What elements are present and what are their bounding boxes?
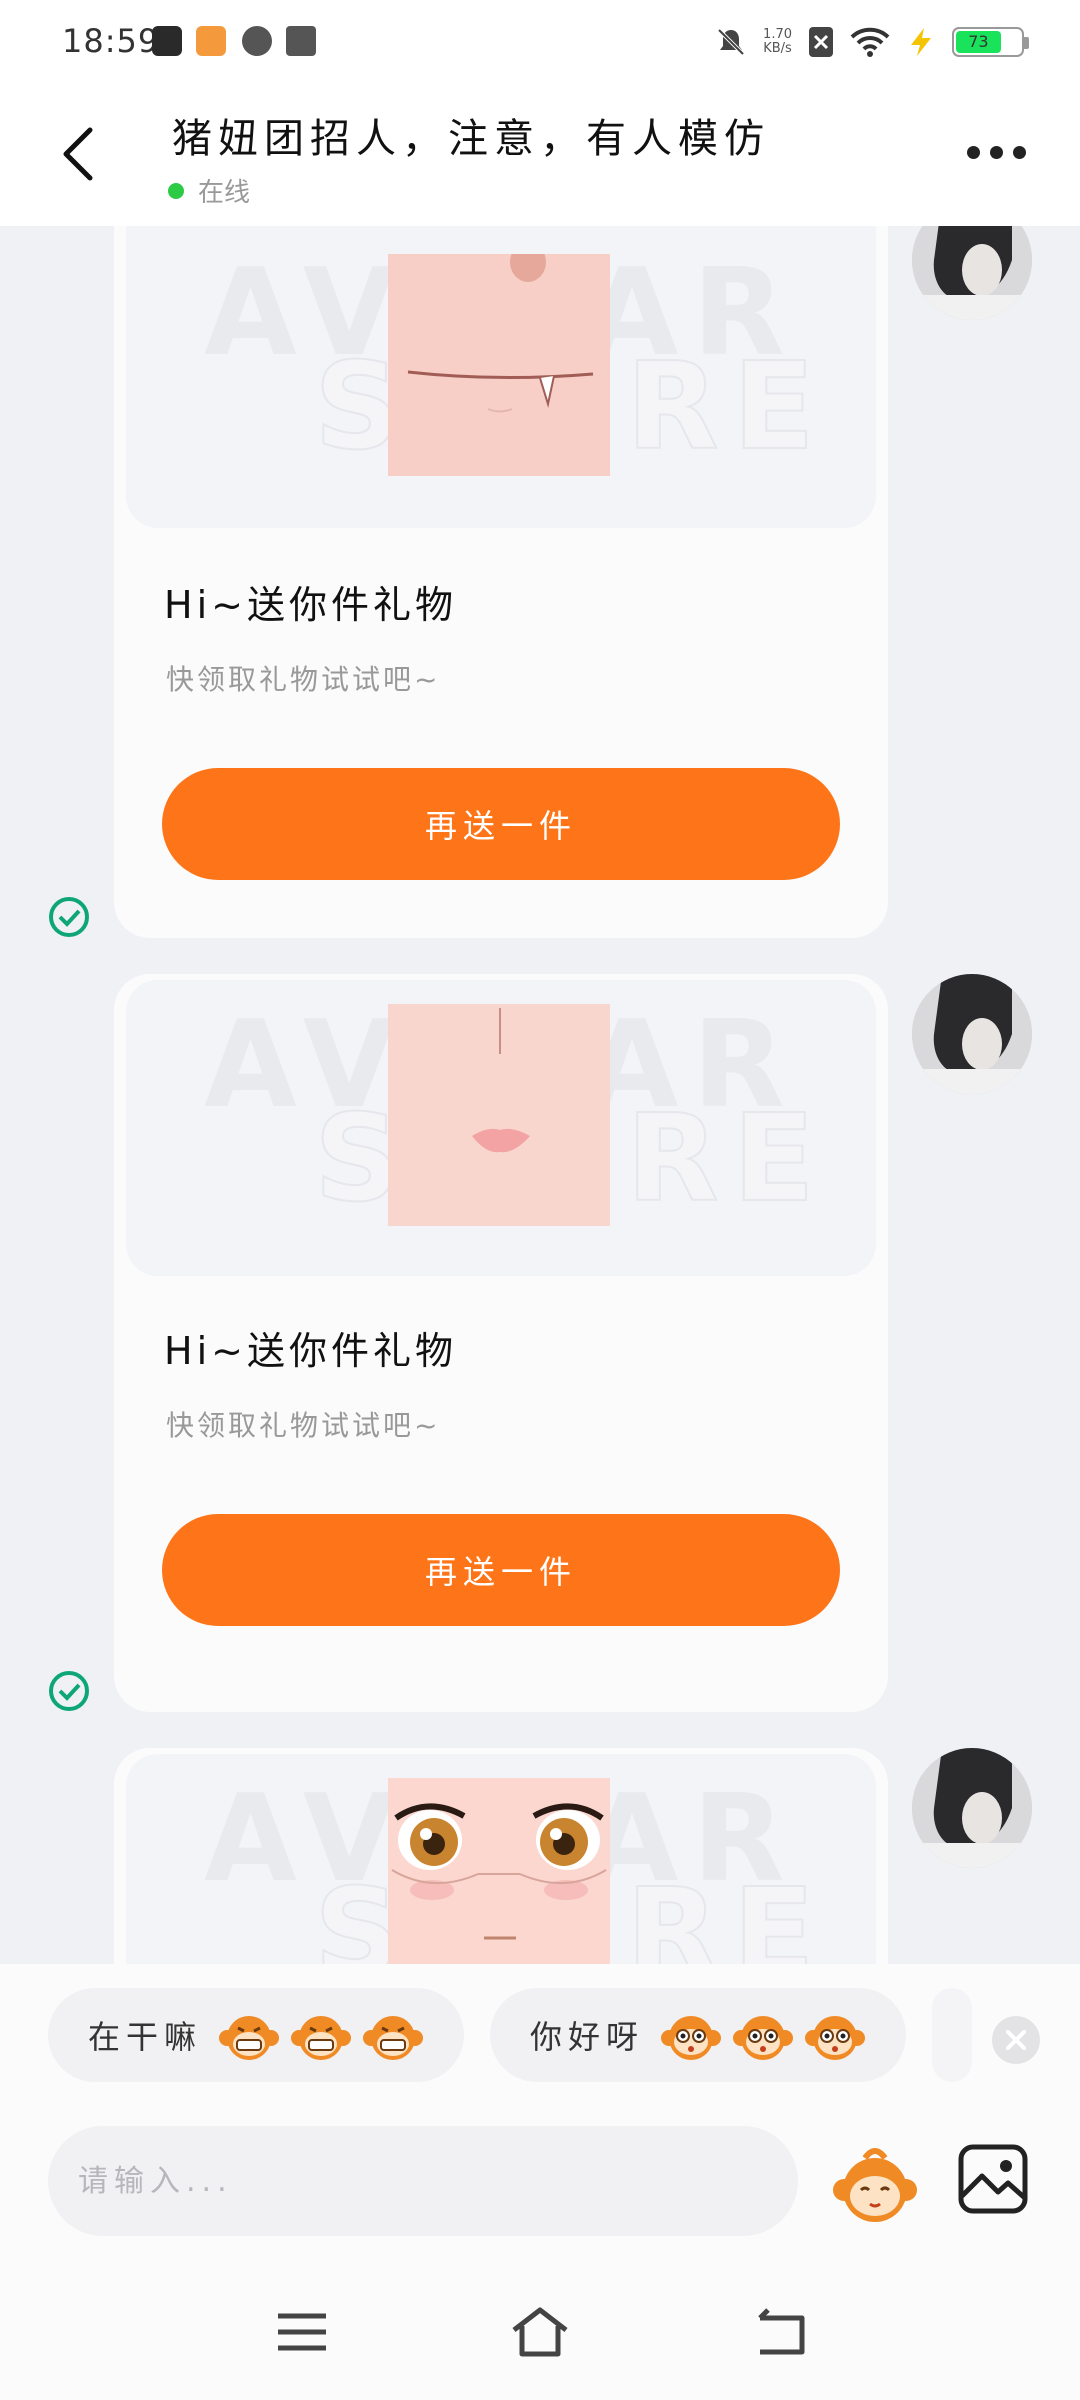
quick-reply-text: 你好呀 [530, 2018, 645, 2056]
lips-icon [472, 1008, 530, 1153]
net-speed: 1.70 KB/s [763, 27, 792, 56]
grinning-monkey-icon [363, 2016, 424, 2060]
grinning-monkey-icon [219, 2016, 280, 2060]
gift-title: Hi~送你件礼物 [164, 1329, 457, 1373]
gift-image-panel: AVATAR STORE [126, 980, 876, 1276]
gift-subtitle: 快领取礼物试试吧~ [166, 1409, 441, 1442]
top-area: 18:59 1.70 KB/s 73 猪妞团招人，注意，有人模仿 在线 [0, 0, 1080, 226]
gift-subtitle: 快领取礼物试试吧~ [166, 663, 441, 696]
online-dot [168, 182, 184, 199]
avatar[interactable] [912, 1748, 1032, 1868]
read-check-icon [49, 1671, 89, 1711]
back-icon[interactable] [58, 124, 98, 184]
wide-eyed-monkey-icon [661, 2016, 722, 2060]
link-app-icon [242, 26, 272, 56]
wide-eyed-monkey-icon [805, 2016, 866, 2060]
sim-off-icon [809, 27, 833, 57]
read-check-icon [49, 897, 89, 937]
gift-item-image [388, 1004, 610, 1226]
grinning-monkey-icon [291, 2016, 352, 2060]
online-status: 在线 [168, 172, 250, 209]
status-time: 18:59 [62, 22, 160, 60]
charging-icon [911, 28, 931, 56]
status-bar: 18:59 1.70 KB/s 73 [0, 0, 1080, 84]
quick-reply-bar: 在干嘛 你好呀 [48, 1988, 973, 2082]
app-notification-icon [152, 26, 182, 56]
send-another-button[interactable]: 再送一件 [162, 768, 840, 880]
mouth-fangs-icon [407, 242, 594, 413]
quick-reply-text: 在干嘛 [88, 2018, 203, 2056]
sticker-monkey-icon[interactable] [830, 2140, 920, 2230]
battery-icon: 73 [952, 27, 1029, 57]
quick-reply-chip[interactable]: 在干嘛 [48, 1988, 465, 2082]
back-nav-icon[interactable] [750, 2306, 814, 2358]
home-icon[interactable] [508, 2306, 572, 2358]
quick-reply-chip[interactable]: 你好呀 [490, 1988, 907, 2082]
page-title: 猪妞团招人，注意，有人模仿 [172, 116, 770, 162]
gift-item-image [388, 242, 610, 476]
system-nav-bar [0, 2264, 1080, 2400]
close-quick-replies-icon[interactable] [992, 2016, 1040, 2064]
online-label: 在线 [198, 178, 251, 208]
bottom-panel: 在干嘛 你好呀 [0, 1964, 1080, 2400]
send-another-button[interactable]: 再送一件 [162, 1514, 840, 1626]
chat-header: 猪妞团招人，注意，有人模仿 在线 [0, 84, 1080, 226]
wifi-icon [850, 27, 890, 57]
wide-eyed-monkey-icon [733, 2016, 794, 2060]
quick-reply-chip[interactable] [932, 1988, 973, 2082]
gift-message-card: AVATAR STORE Hi~送你件礼物 快领取礼物试试吧~ 再送一件 [114, 974, 888, 1712]
message-input[interactable] [48, 2126, 798, 2236]
image-icon[interactable] [956, 2142, 1030, 2216]
video-app-icon [196, 26, 226, 56]
gift-title: Hi~送你件礼物 [164, 583, 457, 627]
more-options-icon[interactable] [967, 146, 1026, 159]
status-right: 1.70 KB/s 73 [715, 20, 1029, 64]
menu-icon[interactable] [270, 2306, 334, 2358]
book-app-icon [286, 26, 316, 56]
mute-icon [717, 28, 745, 56]
avatar[interactable] [912, 974, 1032, 1094]
